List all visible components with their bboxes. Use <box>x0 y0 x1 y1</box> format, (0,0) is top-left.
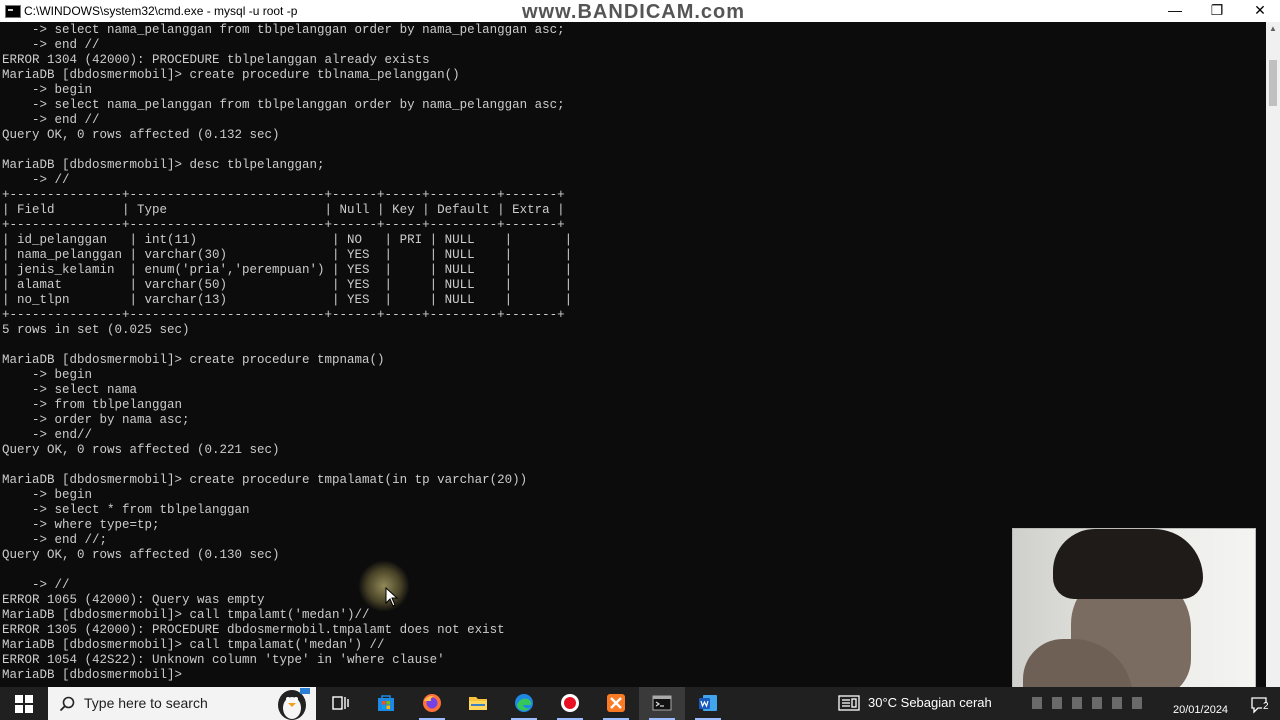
minimize-button[interactable]: — <box>1153 0 1197 22</box>
weather-text[interactable]: 30°C Sebagian cerah <box>868 695 992 710</box>
start-button[interactable] <box>0 687 48 720</box>
console-line: MariaDB [dbdosmermobil]> create procedur… <box>2 473 528 487</box>
console-line: MariaDB [dbdosmermobil]> create procedur… <box>2 353 385 367</box>
taskbar-firefox[interactable] <box>409 687 455 720</box>
scroll-up-arrow-icon[interactable]: ▲ <box>1266 22 1280 36</box>
command-prompt-icon <box>652 695 672 711</box>
console-line: +---------------+-----------------------… <box>2 218 565 232</box>
close-button[interactable]: ✕ <box>1238 0 1280 22</box>
taskbar-file-explorer[interactable] <box>455 687 501 720</box>
console-line: -> // <box>2 173 70 187</box>
console-lines: -> select nama_pelanggan from tblpelangg… <box>2 23 572 683</box>
weather-icon[interactable] <box>838 695 860 711</box>
console-line: +---------------+-----------------------… <box>2 188 565 202</box>
record-icon <box>561 694 579 712</box>
console-line: MariaDB [dbdosmermobil]> call tmpalamat(… <box>2 638 385 652</box>
console-line: -> begin <box>2 368 93 382</box>
console-line: MariaDB [dbdosmermobil]> <box>2 668 190 682</box>
task-view-icon <box>332 696 349 710</box>
maximize-button[interactable]: ❐ <box>1195 0 1239 22</box>
search-placeholder: Type here to search <box>84 695 208 711</box>
webcam-hair <box>1053 529 1203 599</box>
tray-icons[interactable] <box>1032 697 1162 711</box>
taskbar-command-prompt[interactable] <box>639 687 685 720</box>
console-line: -> select nama_pelanggan from tblpelangg… <box>2 23 565 37</box>
taskbar-recorder[interactable] <box>547 687 593 720</box>
console-line: -> end //; <box>2 533 108 547</box>
search-highlight-penguin-icon <box>278 688 310 720</box>
task-view-button[interactable] <box>317 687 363 720</box>
taskbar-xampp[interactable] <box>593 687 639 720</box>
console-line: MariaDB [dbdosmermobil]> create procedur… <box>2 68 460 82</box>
vertical-scrollbar[interactable]: ▲ <box>1266 22 1280 687</box>
firefox-icon <box>423 694 441 712</box>
console-line: ERROR 1054 (42S22): Unknown column 'type… <box>2 653 445 667</box>
console-line: | Field | Type | Null | Key | Default | … <box>2 203 565 217</box>
console-line: ERROR 1065 (42000): Query was empty <box>2 593 265 607</box>
search-icon <box>59 696 75 712</box>
console-line: -> begin <box>2 488 93 502</box>
console-line: -> select * from tblpelanggan <box>2 503 250 517</box>
bandicam-watermark: www.BANDICAM.com <box>522 1 746 23</box>
mouse-cursor-icon <box>385 587 399 607</box>
word-icon <box>699 695 717 711</box>
console-line: | alamat | varchar(50) | YES | | NULL | … <box>2 278 573 292</box>
console-line: ERROR 1305 (42000): PROCEDURE dbdosmermo… <box>2 623 505 637</box>
window-title: C:\WINDOWS\system32\cmd.exe - mysql -u r… <box>24 4 298 18</box>
taskbar-search-box[interactable]: Type here to search <box>48 687 316 720</box>
xampp-icon <box>607 694 625 712</box>
console-line: -> from tblpelanggan <box>2 398 183 412</box>
file-explorer-icon <box>469 697 487 710</box>
console-line: -> select nama <box>2 383 138 397</box>
console-line: -> end // <box>2 113 100 127</box>
taskbar-date[interactable]: 20/01/2024 <box>1173 704 1228 716</box>
taskbar-word[interactable] <box>685 687 731 720</box>
windows-logo-icon <box>15 695 33 713</box>
scroll-thumb[interactable] <box>1269 60 1277 106</box>
console-line: MariaDB [dbdosmermobil]> desc tblpelangg… <box>2 158 325 172</box>
console-line: | no_tlpn | varchar(13) | YES | | NULL |… <box>2 293 573 307</box>
console-line: -> order by nama asc; <box>2 413 190 427</box>
console-line: Query OK, 0 rows affected (0.221 sec) <box>2 443 280 457</box>
notification-count: 2 <box>1263 701 1269 712</box>
console-line: Query OK, 0 rows affected (0.132 sec) <box>2 128 280 142</box>
console-line: MariaDB [dbdosmermobil]> call tmpalamt('… <box>2 608 370 622</box>
console-line: +---------------+-----------------------… <box>2 308 565 322</box>
console-line: -> where type=tp; <box>2 518 160 532</box>
console-line: | id_pelanggan | int(11) | NO | PRI | NU… <box>2 233 573 247</box>
cursor-highlight <box>358 560 410 612</box>
console-line: -> // <box>2 578 70 592</box>
cmd-window-icon <box>5 5 21 18</box>
console-line: -> end// <box>2 428 93 442</box>
console-line: -> begin <box>2 83 93 97</box>
console-line: Query OK, 0 rows affected (0.130 sec) <box>2 548 280 562</box>
console-line: ERROR 1304 (42000): PROCEDURE tblpelangg… <box>2 53 430 67</box>
taskbar-edge[interactable] <box>501 687 547 720</box>
notification-center-button[interactable]: 2 <box>1250 696 1272 719</box>
console-line: -> select nama_pelanggan from tblpelangg… <box>2 98 565 112</box>
system-tray: 30°C Sebagian cerah 20/01/2024 2 <box>830 687 1280 720</box>
title-bar[interactable]: C:\WINDOWS\system32\cmd.exe - mysql -u r… <box>0 0 1280 23</box>
edge-icon <box>515 694 533 712</box>
console-line: | jenis_kelamin | enum('pria','perempuan… <box>2 263 573 277</box>
taskbar: Type here to search 30°C Sebagian cerah … <box>0 687 1280 720</box>
webcam-overlay <box>1012 528 1256 696</box>
console-line: 5 rows in set (0.025 sec) <box>2 323 190 337</box>
console-line: | nama_pelanggan | varchar(30) | YES | |… <box>2 248 573 262</box>
console-line: -> end // <box>2 38 100 52</box>
microsoft-store-icon <box>378 695 394 711</box>
taskbar-store[interactable] <box>363 687 409 720</box>
